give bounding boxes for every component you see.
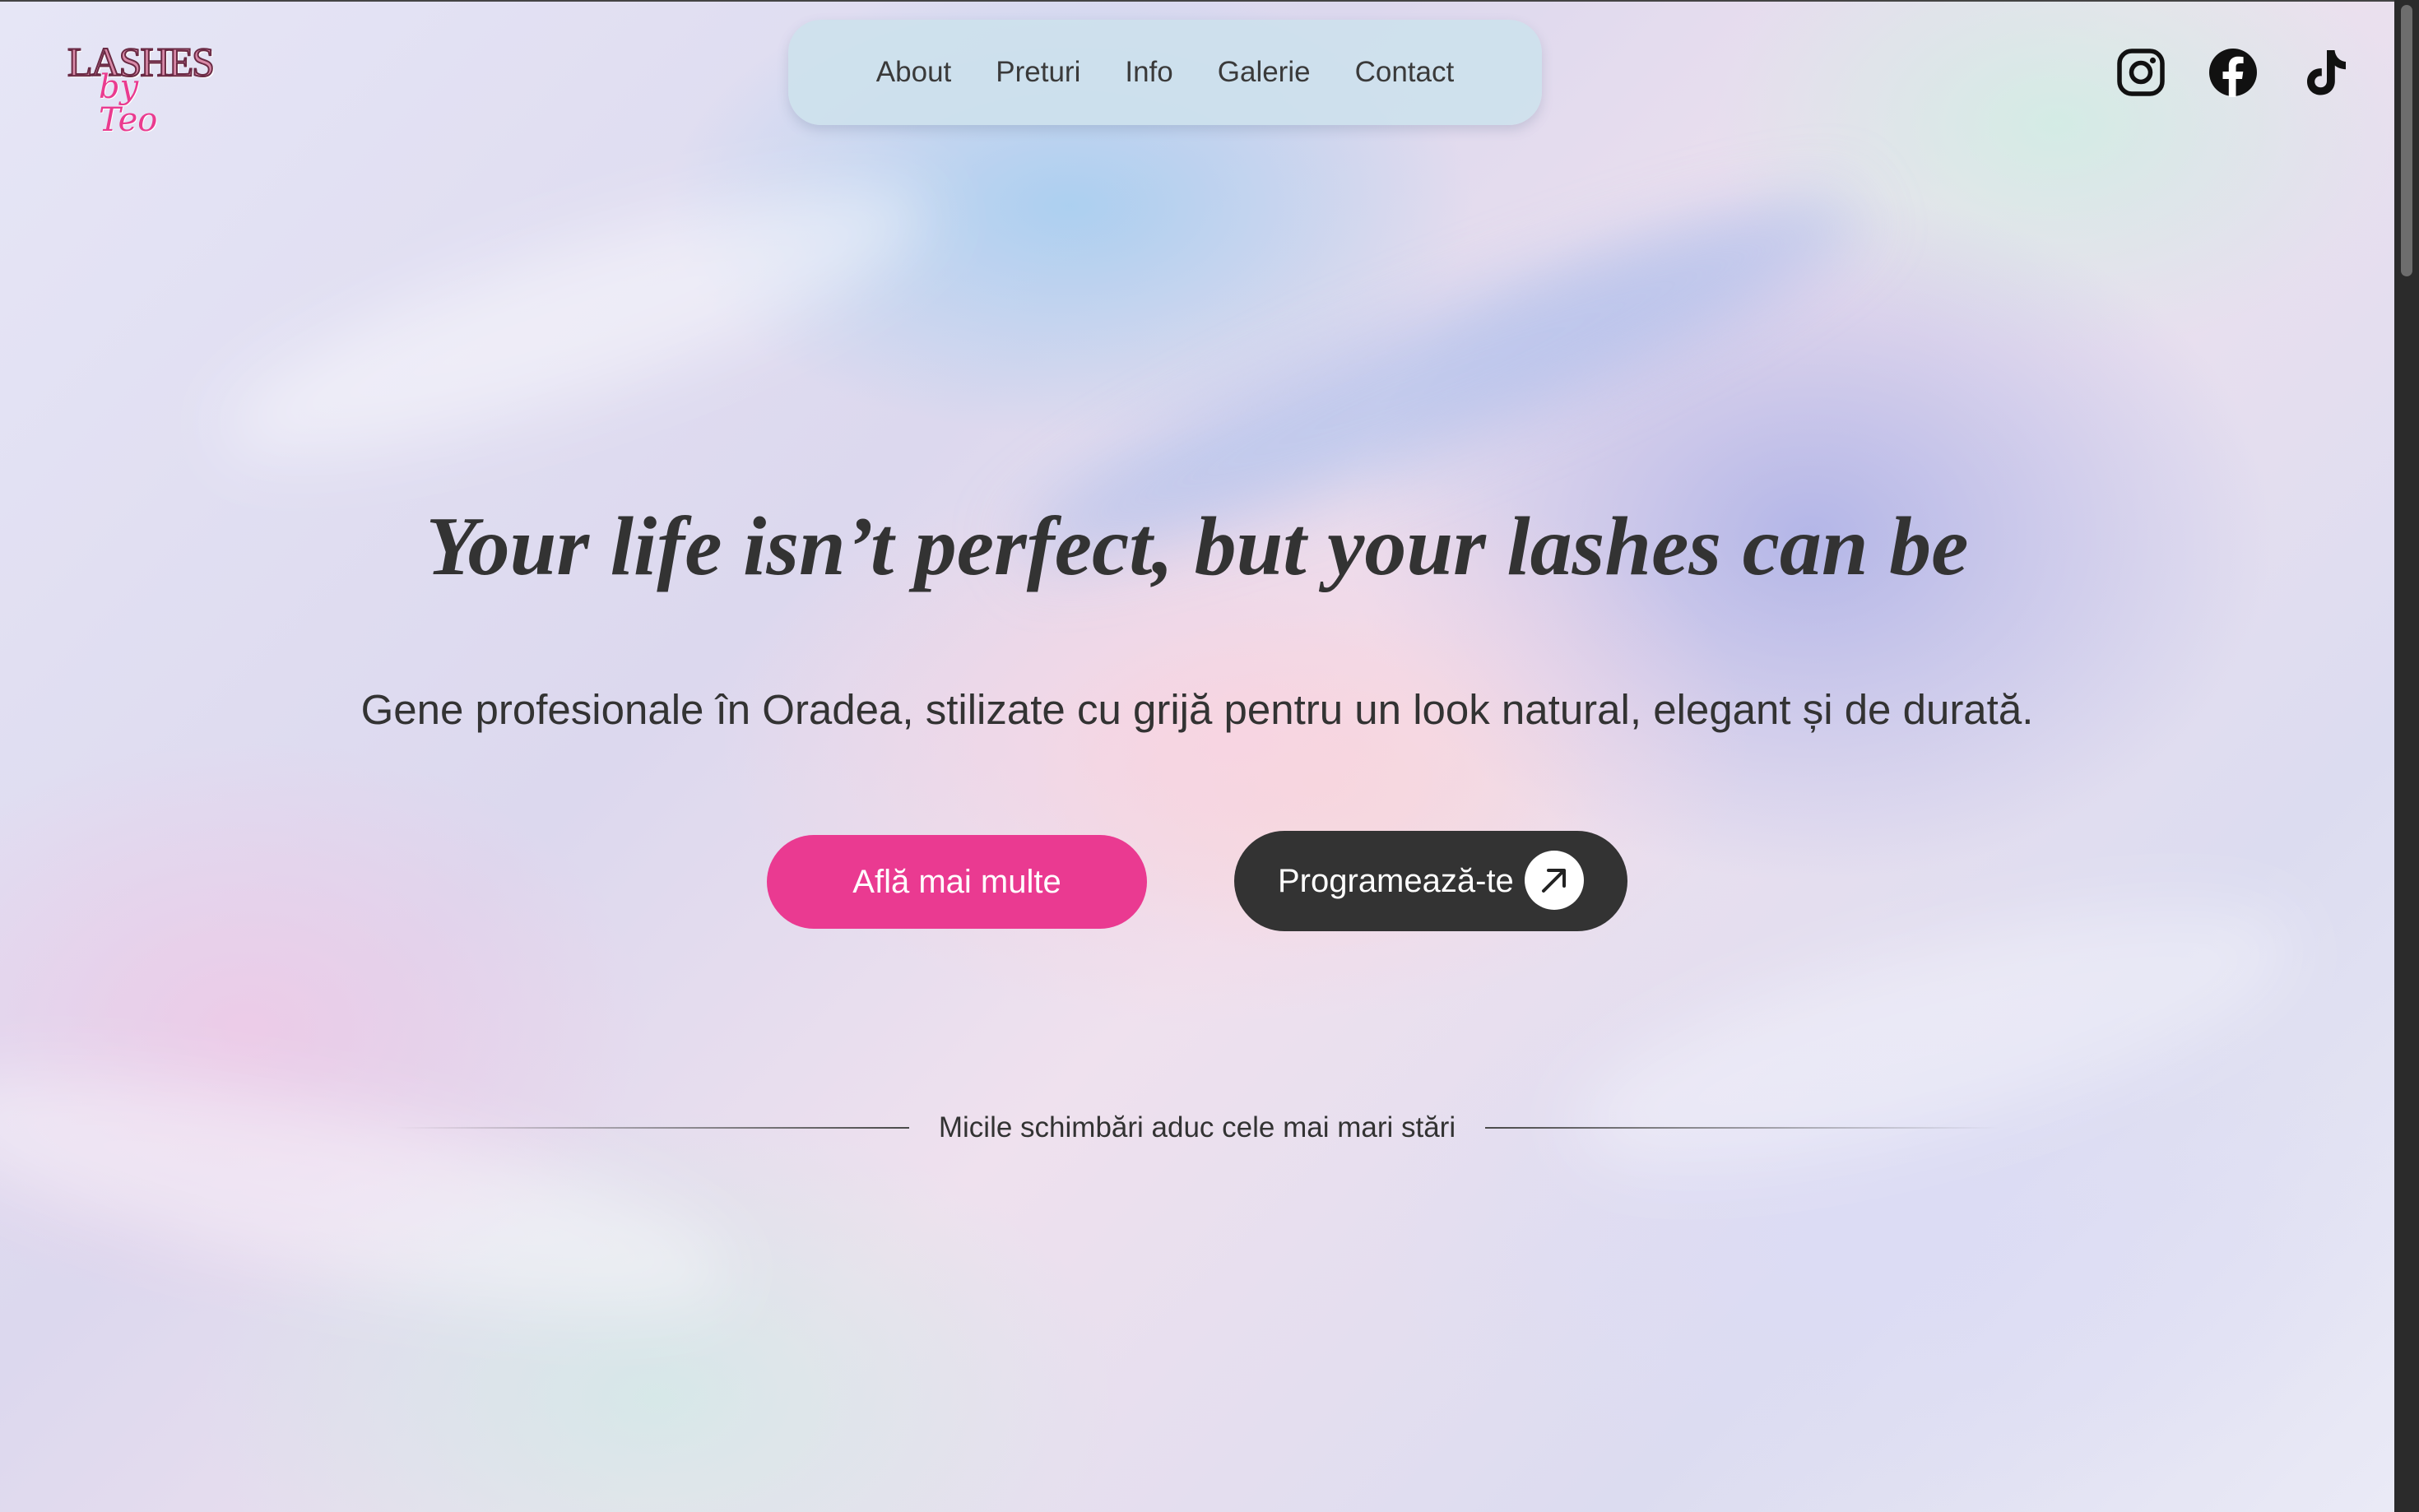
arrow-up-right-icon <box>1525 851 1584 910</box>
window-top-border <box>0 0 2394 2</box>
learn-more-button[interactable]: Află mai multe <box>767 835 1147 929</box>
tagline-text: Micile schimbări aduc cele mai mari stăr… <box>938 1111 1456 1143</box>
nav-item-info[interactable]: Info <box>1125 56 1172 89</box>
page-scrollbar[interactable] <box>2394 0 2419 1512</box>
book-appointment-button[interactable]: Programează-te <box>1234 831 1627 931</box>
learn-more-label: Află mai multe <box>852 863 1061 900</box>
tagline-divider-right <box>1485 1127 1999 1129</box>
main-nav: About Preturi Info Galerie Contact <box>788 20 1542 125</box>
nav-item-preturi[interactable]: Preturi <box>996 56 1080 89</box>
tagline-divider-left <box>395 1127 909 1129</box>
hero-headline: Your life isn’t perfect, but your lashes… <box>425 500 1969 593</box>
tiktok-icon[interactable] <box>2299 46 2352 99</box>
scrollbar-thumb[interactable] <box>2401 5 2412 276</box>
nav-item-contact[interactable]: Contact <box>1355 56 1455 89</box>
hero-background <box>0 0 2394 1512</box>
site-logo[interactable]: LASHES by Teo <box>66 40 216 137</box>
instagram-icon[interactable] <box>2115 46 2167 99</box>
book-appointment-label: Programează-te <box>1278 862 1514 899</box>
logo-subtitle: by Teo <box>99 68 158 139</box>
nav-item-about[interactable]: About <box>876 56 951 89</box>
hero-subtitle: Gene profesionale în Oradea, stilizate c… <box>360 686 2034 733</box>
nav-item-galerie[interactable]: Galerie <box>1218 56 1311 89</box>
facebook-icon[interactable] <box>2207 46 2259 99</box>
